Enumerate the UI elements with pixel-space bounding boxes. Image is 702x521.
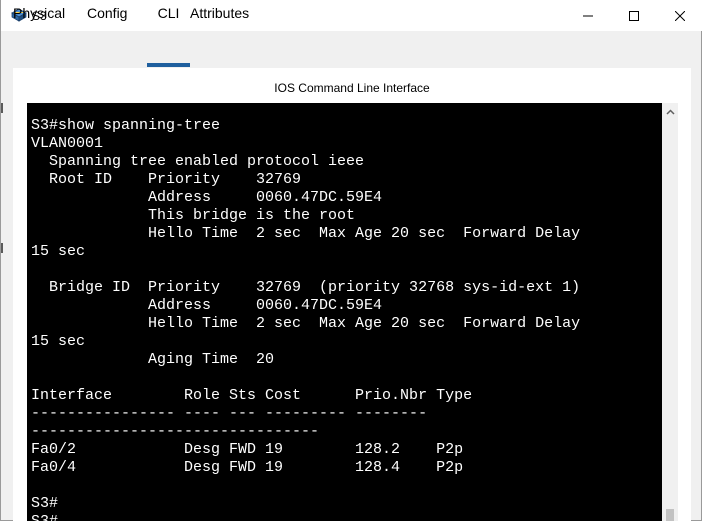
close-icon — [675, 10, 685, 21]
cli-window: S3 Physical Config CLI Attributes IOS Co… — [0, 0, 702, 521]
tab-config[interactable]: Config — [87, 0, 127, 26]
resize-edge-mark — [1, 243, 3, 253]
active-tab-indicator — [147, 63, 190, 67]
maximize-icon — [629, 10, 639, 21]
terminal-console[interactable]: S3#show spanning-tree VLAN0001 Spanning … — [27, 103, 662, 521]
tab-physical[interactable]: Physical — [13, 0, 65, 26]
scroll-up-button[interactable] — [662, 103, 678, 120]
resize-edge-mark — [1, 103, 3, 113]
tab-cli[interactable]: CLI — [147, 0, 190, 26]
minimize-icon — [583, 15, 593, 16]
terminal-output: S3#show spanning-tree VLAN0001 Spanning … — [31, 117, 581, 521]
close-button[interactable] — [657, 0, 702, 31]
panel-title: IOS Command Line Interface — [274, 81, 430, 95]
chevron-up-icon — [665, 108, 675, 115]
terminal-scrollbar[interactable] — [662, 103, 678, 521]
scroll-thumb[interactable] — [666, 509, 674, 521]
maximize-button[interactable] — [611, 0, 657, 31]
minimize-button[interactable] — [565, 0, 611, 31]
tab-attributes[interactable]: Attributes — [190, 0, 249, 26]
